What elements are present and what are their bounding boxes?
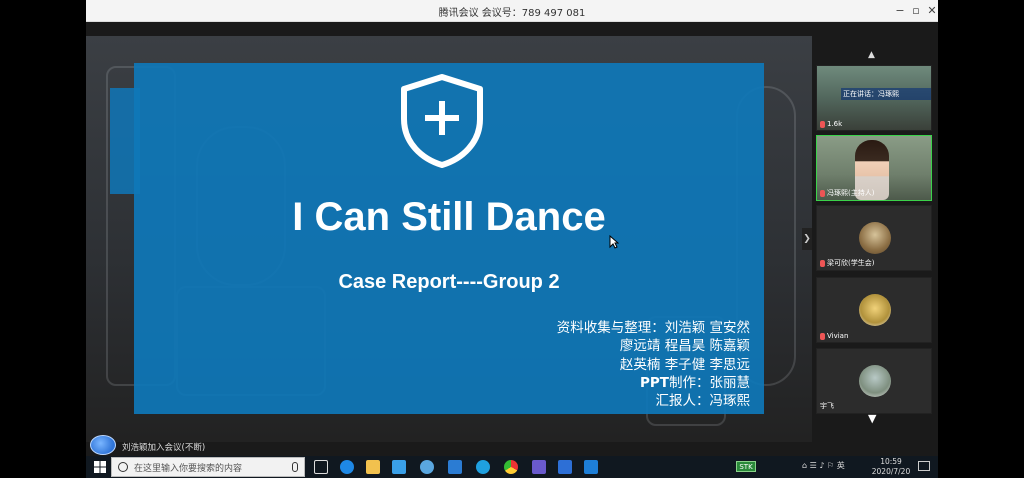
mouse-cursor-icon bbox=[609, 235, 619, 249]
participant-name: 1.6k bbox=[820, 120, 842, 128]
participant-tile-active-speaker[interactable]: 冯琢熙(主持人) bbox=[816, 135, 932, 201]
file-explorer-icon[interactable] bbox=[366, 460, 380, 474]
credit-line: 廖远靖 程昌昊 陈嘉颖 bbox=[619, 338, 750, 355]
edge-browser-icon[interactable] bbox=[340, 460, 354, 474]
meeting-window: 腾讯会议 会议号：789 497 081 − ▫ ✕ I Can Still D… bbox=[86, 0, 938, 456]
mic-muted-icon bbox=[820, 259, 825, 267]
mic-icon bbox=[820, 120, 825, 128]
windows-start-icon[interactable] bbox=[94, 461, 106, 473]
chat-notification: 刘浩颖加入会议(不断) bbox=[122, 443, 206, 453]
participant-name: 冯琢熙(主持人) bbox=[820, 188, 874, 198]
participant-tile[interactable]: 梁可欣(学生会) bbox=[816, 205, 932, 271]
maximize-button[interactable]: ▫ bbox=[908, 3, 924, 19]
window-title: 腾讯会议 会议号：789 497 081 bbox=[438, 8, 586, 19]
credit-line-reporter: 汇报人：冯琢熙 bbox=[655, 393, 751, 410]
cortana-icon bbox=[118, 462, 128, 472]
slide-subtitle: Case Report----Group 2 bbox=[338, 271, 560, 293]
search-placeholder: 在这里输入你要搜索的内容 bbox=[134, 464, 243, 474]
shield-plus-icon bbox=[401, 74, 483, 168]
ppt-author: 制作：张丽慧 bbox=[669, 374, 750, 391]
minimize-button[interactable]: − bbox=[892, 3, 908, 19]
credit-line: 资料收集与整理：刘浩颖 宣安然 bbox=[556, 320, 750, 336]
task-view-icon[interactable] bbox=[314, 460, 328, 474]
slide-title: I Can Still Dance bbox=[292, 195, 606, 239]
avatar bbox=[859, 222, 891, 254]
internet-explorer-icon[interactable] bbox=[476, 460, 490, 474]
slide-title-panel: I Can Still Dance Case Report----Group 2… bbox=[134, 63, 764, 414]
app-icon[interactable] bbox=[532, 460, 546, 474]
taskbar-clock[interactable]: 10:59 2020/7/20 bbox=[866, 457, 916, 477]
avatar bbox=[859, 294, 891, 326]
clock-time: 10:59 bbox=[880, 457, 902, 466]
participant-name: Vivian bbox=[820, 332, 848, 340]
mail-icon[interactable] bbox=[448, 460, 462, 474]
notification-icon[interactable] bbox=[918, 461, 930, 471]
app-icon[interactable] bbox=[558, 460, 572, 474]
tray-badge[interactable]: STK bbox=[736, 461, 756, 472]
mic-muted-icon bbox=[820, 332, 825, 340]
ppt-label: PPT bbox=[640, 374, 669, 391]
participants-panel: ▲ 正在讲话：冯琢熙 1.6k 冯琢熙(主持人) 梁可欣(学生会) Vivian… bbox=[812, 36, 938, 442]
close-button[interactable]: ✕ bbox=[924, 3, 938, 19]
chrome-icon[interactable] bbox=[504, 460, 518, 474]
scroll-down-arrow-icon[interactable]: ▼ bbox=[868, 412, 876, 425]
shared-screen: I Can Still Dance Case Report----Group 2… bbox=[86, 36, 812, 442]
participant-name: 宇飞 bbox=[820, 402, 834, 410]
participant-tile[interactable]: Vivian bbox=[816, 277, 932, 343]
participant-tile[interactable]: 宇飞 bbox=[816, 348, 932, 414]
avatar bbox=[859, 365, 891, 397]
scroll-up-arrow-icon[interactable]: ▲ bbox=[868, 50, 875, 60]
microphone-icon[interactable] bbox=[292, 462, 298, 472]
windows-taskbar: 在这里输入你要搜索的内容 STK ⌂ ☰ ♪ ⚐ 英 10:59 2020/7/… bbox=[86, 456, 938, 478]
tencent-meeting-icon[interactable] bbox=[584, 460, 598, 474]
taskbar-search-input[interactable]: 在这里输入你要搜索的内容 bbox=[111, 457, 305, 477]
system-tray-icons[interactable]: ⌂ ☰ ♪ ⚐ 英 bbox=[802, 460, 845, 471]
store-icon[interactable] bbox=[392, 460, 406, 474]
credit-line: 赵英楠 李子健 李思远 bbox=[619, 356, 750, 373]
clock-app-icon[interactable] bbox=[420, 460, 434, 474]
participant-name: 梁可欣(学生会) bbox=[820, 258, 874, 268]
chat-avatar-icon[interactable] bbox=[90, 435, 116, 455]
slide-credits: 资料收集与整理：刘浩颖 宣安然 廖远靖 程昌昊 陈嘉颖 赵英楠 李子健 李思远 … bbox=[557, 319, 750, 410]
credit-line-ppt: PPT制作：张丽慧 bbox=[557, 374, 750, 392]
participant-tile[interactable]: 正在讲话：冯琢熙 1.6k bbox=[816, 65, 932, 131]
collapse-sidebar-button[interactable]: ❯ bbox=[802, 228, 812, 250]
speaker-banner: 正在讲话：冯琢熙 bbox=[841, 88, 931, 100]
title-bar: 腾讯会议 会议号：789 497 081 − ▫ ✕ bbox=[86, 0, 938, 22]
clock-date: 2020/7/20 bbox=[871, 467, 911, 476]
mic-icon bbox=[820, 189, 825, 197]
